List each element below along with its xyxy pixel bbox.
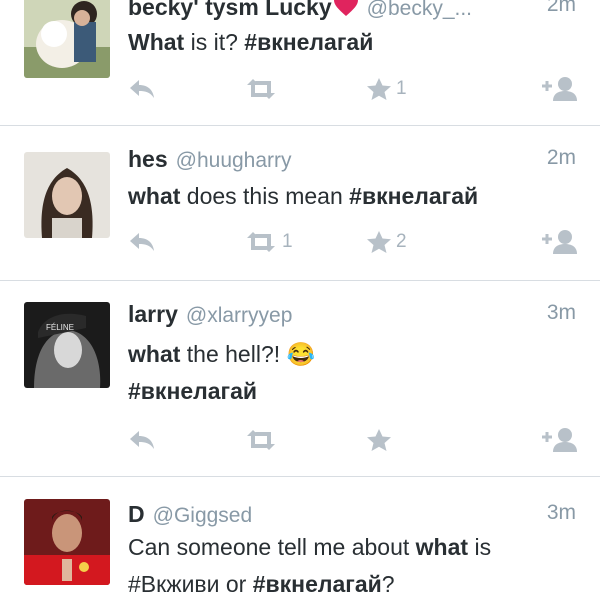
tweet-4[interactable]: D @Giggsed 3m Can someone tell me about w…: [0, 477, 600, 600]
reply-icon: [130, 431, 154, 449]
follow-user-icon: [542, 428, 577, 452]
follow-user-icon: [542, 230, 577, 254]
tweet-text-fragment: is it?: [184, 29, 245, 55]
retweet-button[interactable]: 1: [244, 227, 293, 257]
tweet-actions: [128, 425, 580, 455]
tweet-text-fragment: what: [128, 341, 181, 367]
avatar-d[interactable]: [24, 499, 110, 585]
reply-button[interactable]: [128, 227, 156, 257]
timestamp[interactable]: 2m: [547, 146, 576, 170]
tweet-1[interactable]: becky' tysm Lucky @becky_... 2m What is i…: [0, 0, 600, 126]
tweet-header: D @Giggsed 3m: [128, 501, 576, 531]
tweet-text-fragment: what: [128, 183, 181, 209]
timestamp[interactable]: 3m: [547, 301, 576, 325]
user-handle[interactable]: @becky_...: [367, 0, 472, 20]
retweet-icon: [247, 430, 275, 450]
tweet-text-fragment: is: [468, 534, 492, 560]
user-handle[interactable]: @huugharry: [176, 149, 292, 172]
tweet-text: What is it? #вкнелагай: [128, 24, 578, 61]
tweet-text-fragment: does this mean: [180, 183, 350, 209]
retweet-count: 1: [282, 231, 293, 252]
favorite-count: 1: [396, 78, 407, 99]
emoji-tears-of-joy: 😂: [286, 341, 316, 367]
tweet-actions: 1 2: [128, 227, 580, 257]
tweet-text: what does this mean #вкнелагай: [128, 178, 578, 215]
favorite-button[interactable]: 1: [366, 74, 407, 104]
user-handle[interactable]: @Giggsed: [153, 504, 253, 527]
tweet-header: hes @huugharry 2m: [128, 146, 576, 176]
tweet-actions: 1: [128, 74, 580, 104]
hashtag-link[interactable]: #вкнелагай: [244, 29, 373, 55]
timestamp[interactable]: 3m: [547, 501, 576, 525]
avatar-hes[interactable]: [24, 152, 110, 238]
display-name[interactable]: becky' tysm Lucky: [128, 0, 332, 20]
display-name[interactable]: hes: [128, 146, 168, 172]
star-icon: [367, 78, 391, 100]
avatar-image: [24, 499, 110, 585]
tweet-header: becky' tysm Lucky @becky_... 2m: [128, 0, 576, 23]
tweet-text: what the hell?! 😂 #вкнелагай: [128, 336, 578, 410]
tweet-text-fragment: Can someone tell me about: [128, 534, 416, 560]
favorite-button[interactable]: 2: [366, 227, 407, 257]
avatar-image: [24, 152, 110, 238]
avatar-becky[interactable]: [24, 0, 110, 78]
retweet-button[interactable]: [244, 74, 282, 104]
star-icon: [367, 429, 391, 451]
favorite-count: 2: [396, 231, 407, 252]
tweet-header: larry @xlarryyep 3m: [128, 301, 576, 331]
avatar-larry[interactable]: FÉLINE: [24, 302, 110, 388]
reply-button[interactable]: [128, 74, 156, 104]
user-handle[interactable]: @xlarryyep: [186, 304, 293, 327]
tweet-2[interactable]: hes @huugharry 2m what does this mean #вк…: [0, 126, 600, 281]
tweet-text-fragment: what: [415, 534, 469, 560]
hashtag-link[interactable]: #вкнелагай: [349, 183, 478, 209]
tweet-text-fragment: ?: [381, 571, 395, 597]
tweet-text-fragment: What: [128, 29, 185, 55]
retweet-button[interactable]: [244, 425, 282, 455]
retweet-icon: [247, 232, 275, 252]
avatar-image: FÉLINE: [24, 302, 110, 388]
reply-icon: [130, 80, 154, 98]
follow-user-icon: [542, 77, 577, 101]
favorite-button[interactable]: [366, 425, 396, 455]
tweet-3[interactable]: FÉLINE larry @xlarryyep 3m what the hell?…: [0, 281, 600, 477]
tweet-text-fragment: the hell?!: [180, 341, 287, 367]
hashtag-link[interactable]: #вкнелагай: [128, 378, 257, 404]
heart-icon: [333, 0, 359, 22]
timestamp[interactable]: 2m: [547, 0, 576, 17]
follow-button[interactable]: [538, 425, 578, 455]
display-name[interactable]: larry: [128, 301, 178, 327]
follow-button[interactable]: [538, 74, 578, 104]
tweet-text: Can someone tell me about what is #Вкживи…: [128, 529, 578, 603]
star-icon: [367, 231, 391, 253]
display-name[interactable]: D: [128, 501, 145, 527]
retweet-icon: [247, 79, 275, 99]
svg-text:FÉLINE: FÉLINE: [46, 323, 74, 332]
reply-button[interactable]: [128, 425, 156, 455]
avatar-image: [24, 0, 110, 78]
follow-button[interactable]: [538, 227, 578, 257]
reply-icon: [130, 233, 154, 251]
hashtag-link[interactable]: #Вкживи or: [128, 571, 253, 597]
hashtag-link[interactable]: #вкнелагай: [253, 571, 382, 597]
